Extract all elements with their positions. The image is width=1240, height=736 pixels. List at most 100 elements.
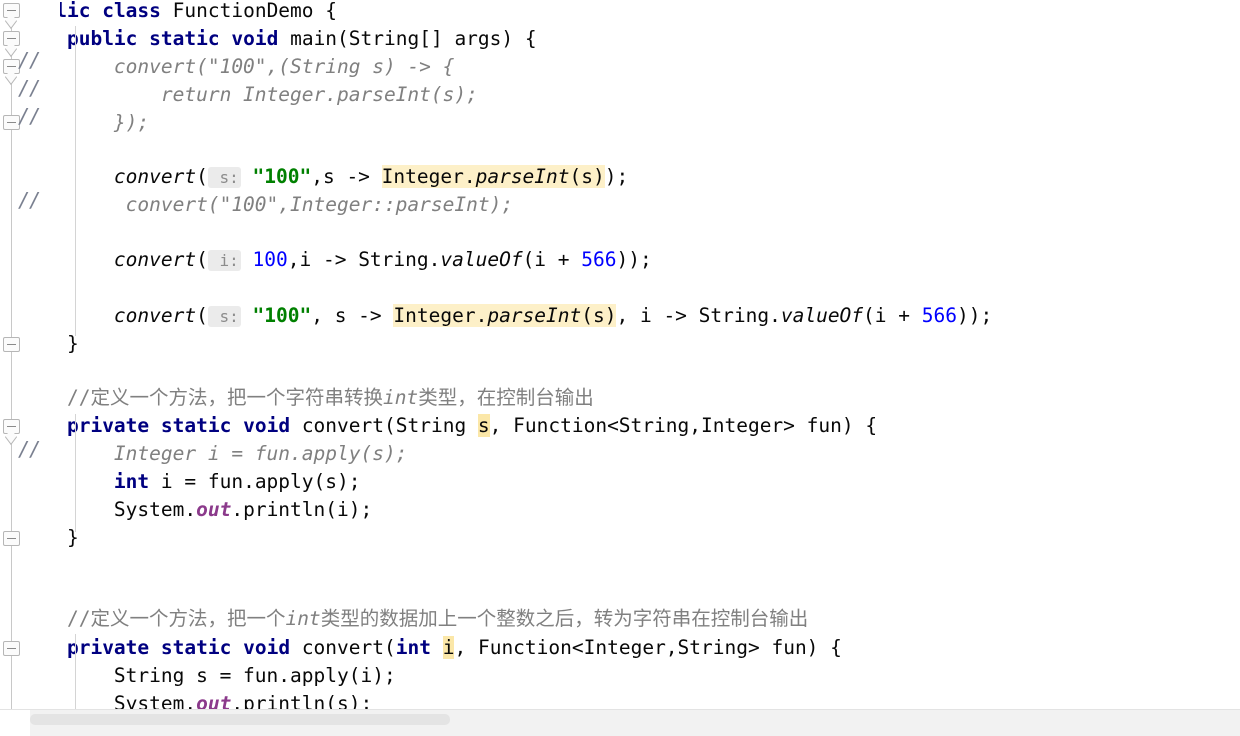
code-token: Integer.	[393, 304, 488, 327]
code-token: Integer i = fun.apply(s);	[20, 442, 408, 465]
code-token: 566	[581, 248, 617, 271]
line-commented-method-reference[interactable]: convert("100",Integer::parseInt);	[20, 191, 513, 219]
line-commented-convert-lambda-open[interactable]: convert("100",(String s) -> {	[20, 53, 454, 81]
code-token: i = fun.apply(s);	[149, 470, 361, 493]
code-token: int	[285, 607, 321, 630]
code-token: parseInt	[487, 304, 582, 327]
code-token: , Function<Integer,String> fun) {	[454, 636, 842, 659]
code-token: int	[395, 636, 431, 659]
code-token: 100	[252, 248, 288, 271]
code-token: public	[66, 27, 138, 50]
code-token: s	[477, 414, 490, 437]
code-token: , Function<String,Integer> fun) {	[489, 414, 878, 437]
code-token: convert(	[290, 636, 396, 659]
code-token: out	[196, 498, 232, 521]
line-class-declaration[interactable]: public class FunctionDemo {	[20, 0, 337, 25]
code-token: i:	[207, 250, 241, 271]
code-token: ));	[956, 304, 993, 327]
fold-convert-int-icon[interactable]	[3, 641, 20, 656]
code-token: static	[160, 636, 232, 659]
code-token: convert	[113, 248, 197, 271]
code-token: s:	[207, 306, 241, 327]
fold-class-body-icon[interactable]	[3, 3, 20, 18]
code-token: valueOf	[440, 248, 523, 271]
code-editor[interactable]: public class FunctionDemo { public stati…	[0, 0, 1240, 736]
gutter-comment-marker: //	[18, 188, 41, 212]
line-convert-int-signature[interactable]: private static void convert(int i, Funct…	[20, 634, 842, 662]
gutter-comment-marker: //	[18, 437, 41, 461]
code-token: ,i -> String.	[287, 248, 441, 271]
code-token: static	[149, 27, 220, 50]
code-token: String s = fun.apply(i);	[20, 664, 396, 687]
scrollbar-left-cap	[0, 710, 30, 736]
horizontal-scrollbar[interactable]	[0, 709, 1240, 736]
gutter-comment-marker: //	[18, 48, 41, 72]
code-token: void	[243, 414, 291, 437]
line-println-i[interactable]: System.out.println(i);	[20, 496, 372, 524]
code-token: .println(i);	[231, 498, 373, 521]
code-token: void	[243, 636, 291, 659]
code-token: (i +	[522, 248, 582, 271]
line-convert-int-lambda[interactable]: convert( i: 100,i -> String.valueOf(i + …	[20, 246, 652, 274]
code-token: (	[196, 165, 208, 188]
line-convert-string-lambda[interactable]: convert( s: "100",s -> Integer.parseInt(…	[20, 163, 628, 191]
fold-main-method-icon[interactable]	[3, 31, 20, 46]
line-int-i-fun-apply[interactable]: int i = fun.apply(s);	[20, 468, 361, 496]
code-token: (s)	[581, 304, 617, 327]
code-token: private	[66, 636, 150, 659]
line-commented-return-parseint[interactable]: return Integer.parseInt(s);	[20, 81, 478, 109]
code-text-layer[interactable]: public class FunctionDemo { public stati…	[0, 0, 1240, 736]
code-token: int	[382, 386, 419, 409]
code-token: 类型，在控制台输出	[418, 386, 594, 409]
code-token: convert("100",Integer::parseInt);	[20, 193, 514, 216]
line-convert-two-lambdas[interactable]: convert( s: "100", s -> Integer.parseInt…	[20, 302, 992, 330]
code-token: main(String[] args) {	[278, 27, 537, 50]
line-string-s-fun-apply[interactable]: String s = fun.apply(i);	[20, 662, 396, 690]
code-token: private	[66, 414, 150, 437]
code-token: Integer.	[381, 165, 476, 188]
code-token: s:	[207, 167, 241, 188]
code-token: ,s ->	[311, 165, 382, 188]
code-token: int	[113, 470, 150, 493]
code-token: static	[160, 414, 232, 437]
code-token: i	[442, 636, 455, 659]
indent-guide	[75, 414, 76, 532]
line-comment-convert-int[interactable]: //定义一个方法，把一个int类型的数据加上一个整数之后，转为字符串在控制台输出	[20, 605, 808, 633]
line-commented-integer-apply[interactable]: Integer i = fun.apply(s);	[20, 440, 408, 468]
code-token: (	[196, 304, 208, 327]
fold-convert-str-icon[interactable]	[3, 419, 20, 434]
code-token: parseInt	[475, 165, 570, 188]
code-token: , s ->	[311, 304, 394, 327]
code-token: (i +	[863, 304, 922, 327]
code-token: "100"	[252, 165, 312, 188]
code-token: void	[231, 27, 279, 50]
code-token: (	[196, 248, 208, 271]
horizontal-scrollbar-thumb[interactable]	[30, 714, 450, 725]
code-token: "100"	[252, 304, 312, 327]
fold-main-end-icon[interactable]	[3, 337, 20, 352]
editor-gutter[interactable]: // // // // //	[0, 0, 60, 736]
code-token: );	[604, 165, 629, 188]
code-token: convert	[113, 165, 197, 188]
code-token: convert	[113, 304, 197, 327]
fold-convert-str-end-icon[interactable]	[3, 531, 20, 546]
code-token: valueOf	[780, 304, 864, 327]
line-convert-string-signature[interactable]: private static void convert(String s, Fu…	[20, 412, 877, 440]
code-token: ));	[616, 248, 652, 271]
code-token: FunctionDemo {	[160, 0, 338, 22]
code-token: return Integer.parseInt(s);	[20, 83, 478, 106]
code-token: //定义一个方法，把一个字符串转换	[20, 386, 383, 409]
line-comment-convert-string[interactable]: //定义一个方法，把一个字符串转换int类型，在控制台输出	[20, 384, 594, 412]
code-token: 566	[921, 304, 957, 327]
line-main-method[interactable]: public static void main(String[] args) {	[20, 25, 537, 53]
code-token: 类型的数据加上一个整数之后，转为字符串在控制台输出	[320, 607, 809, 630]
gutter-comment-marker: //	[18, 104, 41, 128]
